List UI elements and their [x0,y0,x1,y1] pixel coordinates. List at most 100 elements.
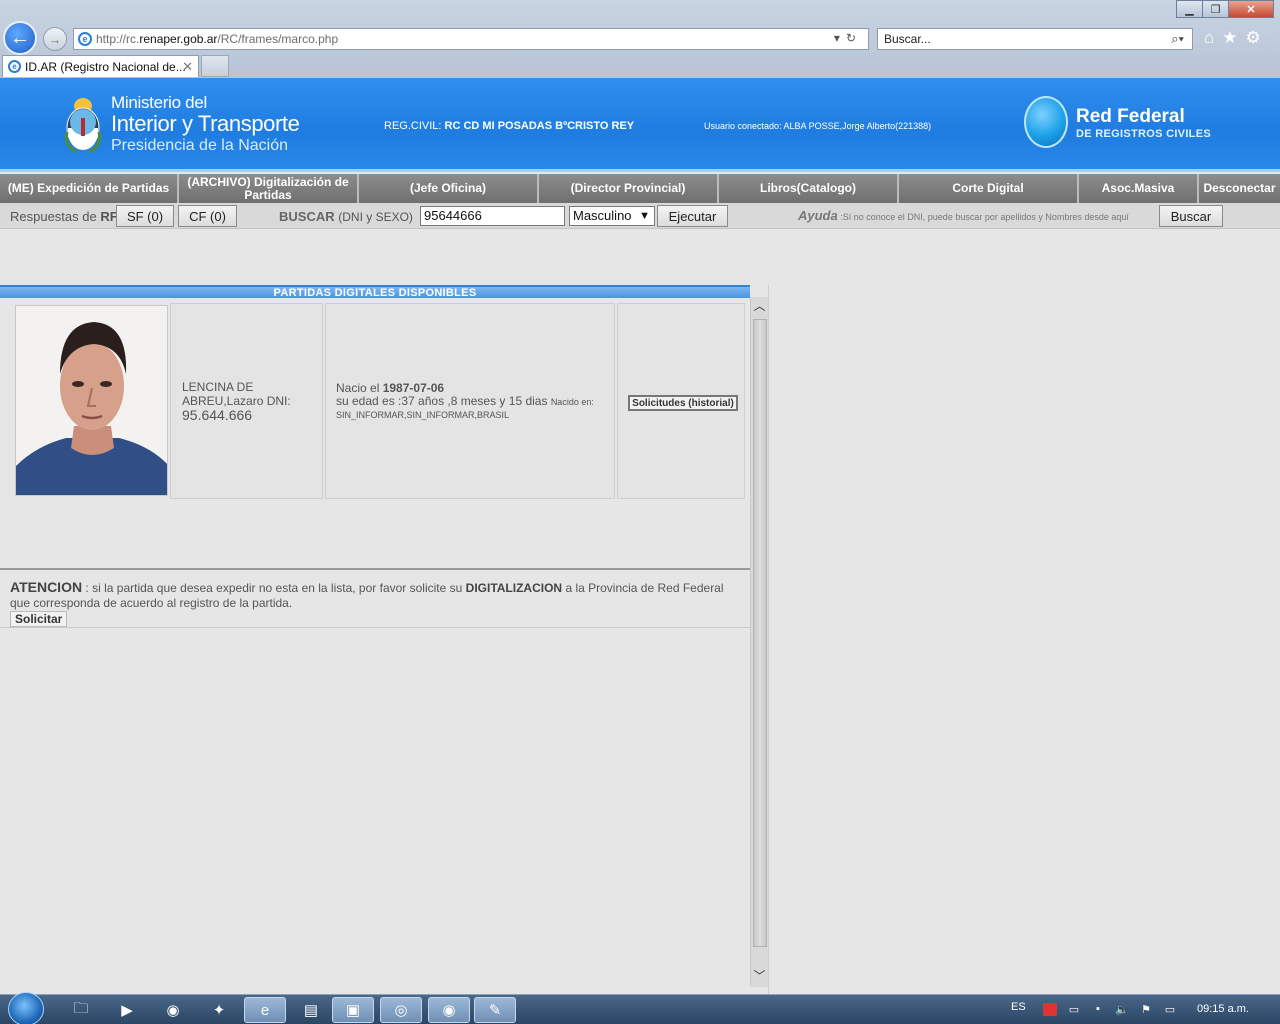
ayuda-label: Ayuda [798,208,838,223]
argentina-coat-of-arms-icon [65,98,101,154]
antivirus-tray-icon[interactable] [1043,1003,1057,1016]
url-host: renaper.gob.ar [139,32,218,46]
cf-button[interactable]: CF (0) [178,205,237,227]
scroll-down-icon[interactable]: ﹀ [751,967,768,987]
regcivil-value: RC CD MI POSADAS BºCRISTO REY [444,120,635,132]
person-dni: 95.644.666 [182,407,253,423]
ie-tab-icon: e [8,60,21,73]
sex-select[interactable]: Masculino ▼ [569,206,655,226]
ministry-line3: Presidencia de la Nación [111,137,288,154]
language-indicator[interactable]: ES [1011,1001,1026,1013]
gear-icon[interactable]: ⚙ [1246,28,1261,48]
forward-button[interactable]: → [43,27,67,51]
portrait-image [16,306,167,495]
nacido-en-label: Nacido en: [550,397,594,407]
person-name: LENCINA DE ABREU,Lazaro DNI: 95.644.666 [182,380,312,422]
buscar-apellidos-button[interactable]: Buscar [1159,205,1223,227]
atencion-box: ATENCION : si la partida que desea exped… [0,568,750,628]
menu-digitalizacion-partidas[interactable]: (ARCHIVO) Digitalización de Partidas [179,174,359,203]
regcivil-label: REG.CIVIL: [384,120,442,132]
menu-desconectar[interactable]: Desconectar [1199,174,1280,203]
media-player-icon[interactable]: ▶ [106,997,148,1023]
atencion-text: ATENCION : si la partida que desea exped… [10,579,724,611]
acrobat-icon[interactable]: ✦ [198,997,240,1023]
dni-input[interactable]: 95644666 [420,206,565,226]
tab-title: ID.AR (Registro Nacional de... [25,59,186,74]
home-icon[interactable]: ⌂ [1204,28,1214,48]
browser-chrome: ▁ ❐ ✕ ← → e http://rc. renaper.gob.ar/RC/… [0,0,1280,78]
url-path: /RC/frames/marco.php [217,32,339,46]
menu-corte-digital[interactable]: Corte Digital [899,174,1079,203]
sf-button[interactable]: SF (0) [116,205,174,227]
person-fullname: LENCINA DE ABREU,Lazaro DNI: [182,380,291,408]
birth-date: 1987-07-06 [382,381,445,395]
url-prefix: http://rc. [96,32,140,46]
address-bar[interactable]: e http://rc. renaper.gob.ar/RC/frames/mar… [73,28,869,50]
notepad-icon[interactable]: ▤ [290,997,332,1023]
person-photo [15,305,168,496]
chevron-down-icon: ▼ [639,210,650,222]
ie-page-icon: e [78,32,92,46]
window-controls: ▁ ❐ ✕ [1176,0,1274,18]
internet-explorer-icon[interactable]: e [244,997,286,1023]
new-tab-button[interactable] [201,55,229,77]
back-button[interactable]: ← [3,21,37,55]
display-tray-icon[interactable]: ▭ [1163,1003,1177,1016]
ejecutar-button[interactable]: Ejecutar [657,205,728,227]
paint-icon[interactable]: ✎ [474,997,516,1023]
refresh-icon[interactable]: ▾↻ [834,31,862,45]
results-scrollbar[interactable]: ︿ ﹀ [750,297,768,987]
search-placeholder: Buscar... [884,32,931,46]
network-tray-icon[interactable]: ▭ [1067,1003,1081,1016]
close-tab-icon[interactable]: ✕ [182,59,193,75]
search-icon[interactable]: ⌕▾ [1171,31,1184,47]
red-federal-title: Red Federal [1076,106,1185,127]
nacio-label: Nacio el [336,381,380,395]
browser-toolbar: ⌂ ★ ⚙ [1204,28,1261,48]
restore-button[interactable]: ❐ [1202,0,1229,18]
chrome-window-icon[interactable]: ◉ [428,997,470,1023]
scroll-up-icon[interactable]: ︿ [751,297,768,317]
right-frame [768,285,1280,995]
birth-place: SIN_INFORMAR,SIN_INFORMAR,BRASIL [336,410,510,420]
ministry-logo-text: Ministerio del Interior y Transporte Pre… [111,93,300,155]
buscar-label: BUSCAR (DNI y SEXO) [279,209,413,224]
arrow-left-icon: ← [10,26,30,49]
respuestas-label: Respuestas de RF [10,209,118,224]
registro-civil-info: REG.CIVIL: RC CD MI POSADAS BºCRISTO REY [384,120,634,132]
close-window-button[interactable]: ✕ [1228,0,1274,18]
explorer-icon[interactable]: 🗀 [60,997,102,1023]
ayuda-hint: Ayuda :Sí no conoce el DNI, puede buscar… [798,208,1129,223]
age-text: su edad es :37 años ,8 meses y 15 dias [336,394,548,408]
menu-libros-catalogo[interactable]: Libros(Catalogo) [719,174,899,203]
minimize-button[interactable]: ▁ [1176,0,1203,18]
scrollbar-thumb[interactable] [753,319,767,947]
action-center-flag-icon[interactable]: ⚑ [1139,1003,1153,1016]
firefox-icon[interactable]: ◎ [380,997,422,1023]
security-tray-icon[interactable]: ▪ [1091,1003,1105,1016]
main-menu: (ME) Expedición de Partidas (ARCHIVO) Di… [0,174,1280,203]
ministry-line2: Interior y Transporte [111,111,300,136]
person-birth-info: Nacio el 1987-07-06 su edad es :37 años … [336,382,606,422]
chrome-icon[interactable]: ◉ [152,997,194,1023]
windows-taskbar: 🗀 ▶ ◉ ✦ e ▤ ▣ ◎ ◉ ✎ ES ▭ ▪ 🔈 ⚑ ▭ 09:15 a… [0,992,1280,1024]
arrow-right-icon: → [48,31,62,47]
presentation-app-icon[interactable]: ▣ [332,997,374,1023]
clock[interactable]: 09:15 a.m. [1197,1003,1249,1015]
atencion-title: ATENCION [10,579,83,595]
start-button[interactable] [8,992,44,1024]
ministry-line1: Ministerio del [111,93,207,112]
menu-asoc-masiva[interactable]: Asoc.Masiva [1079,174,1199,203]
favorites-star-icon[interactable]: ★ [1222,28,1237,48]
red-federal-logo: Red Federal DE REGISTROS CIVILES [1076,106,1211,140]
menu-director-provincial[interactable]: (Director Provincial) [539,174,719,203]
menu-expedicion-partidas[interactable]: (ME) Expedición de Partidas [0,174,179,203]
ayuda-text: :Sí no conoce el DNI, puede buscar por a… [840,212,1129,222]
browser-tab[interactable]: e ID.AR (Registro Nacional de... ✕ [2,55,199,77]
menu-jefe-oficina[interactable]: (Jefe Oficina) [359,174,539,203]
volume-icon[interactable]: 🔈 [1115,1003,1129,1016]
solicitudes-historial-button[interactable]: Solicitudes (historial) [628,395,738,411]
solicitar-button[interactable]: Solicitar [10,611,68,627]
red-federal-globe-icon [1024,96,1068,148]
browser-search-input[interactable]: Buscar... ⌕▾ [877,28,1193,50]
